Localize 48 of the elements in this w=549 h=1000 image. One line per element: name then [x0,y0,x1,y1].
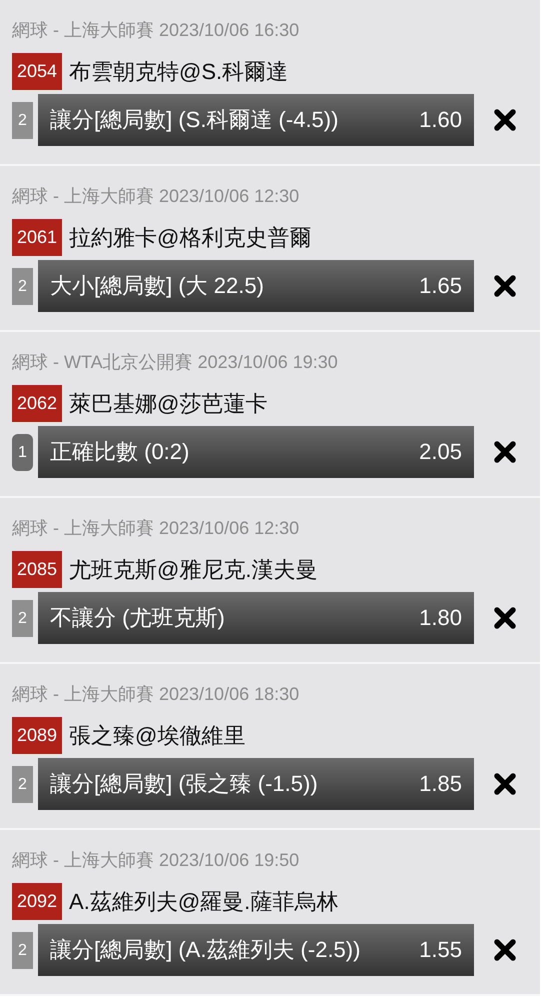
selection-bar[interactable]: 讓分[總局數] (S.科爾達 (-4.5)) 1.60 [38,94,474,146]
count-tag: 2 [12,766,33,802]
close-icon[interactable] [493,606,517,630]
match-code: 2092 [12,883,62,920]
selection-text: 讓分[總局數] (S.科爾達 (-4.5)) [50,106,338,134]
match-code: 2061 [12,219,62,256]
match-info: 網球 - 上海大師賽 2023/10/06 19:50 [12,849,300,871]
match-name: 尤班克斯@雅尼克.漢夫曼 [69,556,318,584]
match-name: 萊巴基娜@莎芭蓮卡 [69,390,268,418]
count-tag: 2 [12,600,33,636]
match-name: 張之臻@埃徹維里 [69,722,246,750]
close-icon[interactable] [493,274,517,298]
selection-text: 不讓分 (尤班克斯) [50,604,225,632]
close-icon[interactable] [493,108,517,132]
selection-bar[interactable]: 讓分[總局數] (張之臻 (-1.5)) 1.85 [38,758,474,810]
match-info: 網球 - 上海大師賽 2023/10/06 18:30 [12,683,300,705]
match-info: 網球 - 上海大師賽 2023/10/06 12:30 [12,517,300,539]
match-code: 2062 [12,385,62,422]
match-info: 網球 - 上海大師賽 2023/10/06 12:30 [12,185,300,207]
odds-value: 1.65 [419,273,462,299]
match-name: A.茲維列夫@羅曼.薩菲烏林 [69,888,338,916]
odds-value: 1.80 [419,605,462,631]
count-tag: 2 [12,932,33,968]
odds-value: 2.05 [419,439,462,465]
match-code: 2054 [12,53,62,90]
match-name: 布雲朝克特@S.科爾達 [69,58,288,86]
selection-bar[interactable]: 不讓分 (尤班克斯) 1.80 [38,592,474,644]
count-tag: 2 [12,102,33,138]
selection-text: 大小[總局數] (大 22.5) [50,272,264,300]
odds-value: 1.55 [419,937,462,963]
close-icon[interactable] [493,772,517,796]
match-info: 網球 - 上海大師賽 2023/10/06 16:30 [12,19,300,41]
odds-value: 1.60 [419,107,462,133]
selection-bar[interactable]: 讓分[總局數] (A.茲維列夫 (-2.5)) 1.55 [38,924,474,976]
selection-bar[interactable]: 正確比數 (0:2) 2.05 [38,426,474,478]
odds-value: 1.85 [419,771,462,797]
selection-bar[interactable]: 大小[總局數] (大 22.5) 1.65 [38,260,474,312]
selection-text: 正確比數 (0:2) [50,438,190,466]
count-tag: 2 [12,268,33,304]
selection-text: 讓分[總局數] (張之臻 (-1.5)) [50,770,318,798]
close-icon[interactable] [493,440,517,464]
close-icon[interactable] [493,938,517,962]
match-info: 網球 - WTA北京公開賽 2023/10/06 19:30 [12,351,339,373]
selection-text: 讓分[總局數] (A.茲維列夫 (-2.5)) [50,936,360,964]
count-tag: 1 [12,434,33,470]
match-code: 2089 [12,717,62,754]
match-code: 2085 [12,551,62,588]
match-name: 拉約雅卡@格利克史普爾 [69,224,312,252]
